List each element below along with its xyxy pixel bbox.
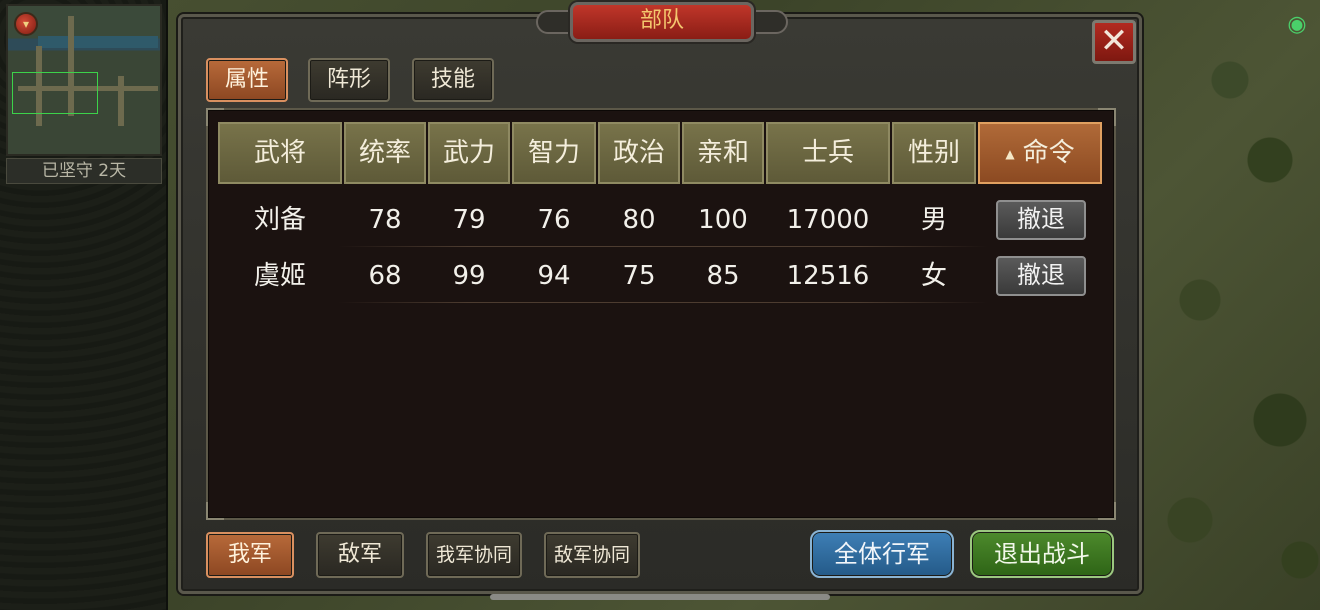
sort-icon: ▲ <box>1005 146 1015 161</box>
tab-our-allies[interactable]: 我军协同 <box>426 532 522 578</box>
tab-formation[interactable]: 阵形 <box>308 58 390 102</box>
row-divider <box>338 302 988 303</box>
cell-force: 79 <box>452 205 486 235</box>
header-intellect[interactable]: 智力 <box>512 122 596 184</box>
row-divider <box>338 246 988 247</box>
cell-gender: 男 <box>920 205 947 235</box>
tab-enemy-allies[interactable]: 敌军协同 <box>544 532 640 578</box>
corner-ornament <box>206 502 224 520</box>
close-icon: ✕ <box>1099 21 1129 61</box>
cell-leadership: 68 <box>368 261 402 291</box>
header-soldiers[interactable]: 士兵 <box>766 122 890 184</box>
left-sidebar: ▾ 已坚守 2天 <box>0 0 168 610</box>
cell-charm: 85 <box>706 261 740 291</box>
cell-force: 99 <box>452 261 486 291</box>
cell-soldiers: 17000 <box>786 205 870 235</box>
header-politics[interactable]: 政治 <box>598 122 680 184</box>
network-icon: ◉ <box>1287 12 1307 37</box>
retreat-button[interactable]: 撤退 <box>996 256 1086 296</box>
header-command[interactable]: ▲ 命令 <box>978 122 1102 184</box>
cell-soldiers: 12516 <box>786 261 870 291</box>
tab-our-army[interactable]: 我军 <box>206 532 294 578</box>
home-indicator[interactable] <box>490 594 830 600</box>
header-gender[interactable]: 性别 <box>892 122 976 184</box>
retreat-button[interactable]: 撤退 <box>996 200 1086 240</box>
header-general[interactable]: 武将 <box>218 122 342 184</box>
cell-name: 虞姬 <box>253 261 306 291</box>
header-charm[interactable]: 亲和 <box>682 122 764 184</box>
march-all-button[interactable]: 全体行军 <box>810 530 954 578</box>
cell-politics: 75 <box>622 261 656 291</box>
minimap[interactable]: ▾ <box>6 4 162 156</box>
tab-attributes[interactable]: 属性 <box>206 58 288 102</box>
header-command-label: 命令 <box>1022 138 1075 168</box>
cell-gender: 女 <box>920 261 947 291</box>
minimap-menu-icon[interactable]: ▾ <box>14 12 38 36</box>
panel-title: 部队 <box>570 2 754 42</box>
cell-name: 刘备 <box>253 205 306 235</box>
cell-charm: 100 <box>698 205 748 235</box>
cell-intellect: 94 <box>537 261 571 291</box>
header-force[interactable]: 武力 <box>428 122 510 184</box>
tab-skills[interactable]: 技能 <box>412 58 494 102</box>
defense-status: 已坚守 2天 <box>6 158 162 184</box>
cell-leadership: 78 <box>368 205 402 235</box>
header-leadership[interactable]: 统率 <box>344 122 426 184</box>
tab-enemy-army[interactable]: 敌军 <box>316 532 404 578</box>
close-button[interactable]: ✕ <box>1092 20 1136 64</box>
minimap-viewport-frame[interactable] <box>12 72 98 114</box>
exit-battle-button[interactable]: 退出战斗 <box>970 530 1114 578</box>
cell-intellect: 76 <box>537 205 571 235</box>
corner-ornament <box>1098 502 1116 520</box>
cell-politics: 80 <box>622 205 656 235</box>
